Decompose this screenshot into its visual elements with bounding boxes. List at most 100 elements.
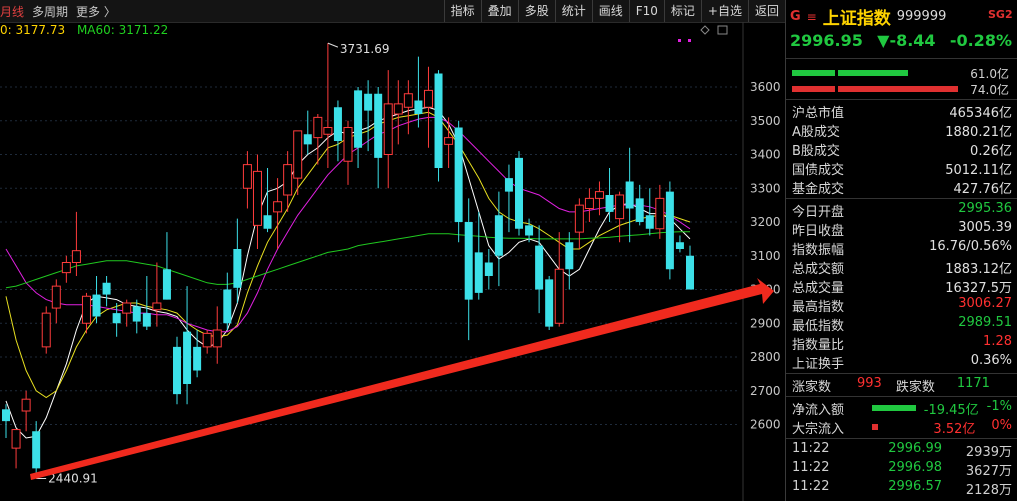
chart-toolbar: 月线 多周期 更多 〉 指标 叠加 多股 统计 画线 F10 标记 +自选 返回: [0, 0, 785, 23]
candle-body: [374, 93, 383, 158]
candle-body: [484, 262, 493, 276]
stat-label: 基金成交: [792, 182, 845, 197]
stat-row: 沪总市值 465346亿: [792, 102, 1012, 121]
divider: [786, 99, 1017, 100]
candle-body: [515, 157, 523, 229]
candle-body: [393, 103, 403, 115]
overlay-button[interactable]: 叠加: [480, 0, 518, 22]
candle-body: [283, 164, 293, 196]
candle-body: [11, 429, 21, 449]
candle-body: [333, 107, 342, 141]
trend-arrow: [30, 278, 774, 480]
add-watchlist-button[interactable]: +自选: [700, 0, 748, 22]
statistics-button[interactable]: 统计: [554, 0, 592, 22]
candle-body: [545, 279, 554, 327]
candle-body: [32, 431, 41, 469]
stat-value: 5012.11亿: [945, 163, 1012, 178]
stat-value: 3006.27: [958, 296, 1012, 311]
candle-body: [464, 222, 473, 300]
stat-value: 16327.5万: [945, 281, 1012, 296]
candle-body: [383, 103, 393, 155]
price-change-pct: -0.28%: [949, 31, 1012, 50]
candle-body: [323, 127, 333, 135]
y-tick-label: 3600: [750, 80, 781, 94]
window-icon: [717, 25, 728, 35]
candle-body: [263, 215, 272, 229]
stat-row: 国债成交 5012.11亿: [792, 159, 1012, 178]
candle-body: [212, 329, 222, 348]
block-inflow-pct: 0%: [991, 418, 1012, 433]
stat-row: 总成交量 16327.5万: [792, 277, 1012, 296]
high-label: 3731.69: [340, 42, 390, 56]
candle-body: [474, 252, 483, 293]
candle-body: [494, 215, 503, 256]
net-inflow: -19.45亿: [923, 403, 979, 418]
stat-label: 上证换手: [792, 357, 845, 372]
divider: [786, 438, 1017, 439]
back-button[interactable]: 返回: [747, 0, 785, 22]
tick-volume: 2128万: [965, 483, 1012, 498]
stat-value: 3005.39: [958, 220, 1012, 235]
up-count-label: 涨家数: [792, 380, 832, 395]
y-tick-label: 2800: [750, 350, 781, 364]
g-icon[interactable]: G: [790, 9, 801, 24]
candle-body: [423, 89, 433, 108]
last-price: 2996.95: [790, 31, 863, 50]
y-tick-label: 3100: [750, 249, 781, 263]
stat-label: A股成交: [792, 125, 840, 140]
draw-line-button[interactable]: 画线: [591, 0, 629, 22]
buy-volume: 61.0亿: [970, 67, 1009, 81]
indicator-button[interactable]: 指标: [443, 0, 481, 22]
multi-stock-button[interactable]: 多股: [517, 0, 555, 22]
candle-body: [71, 250, 81, 263]
candle-body: [273, 201, 283, 213]
candle-body: [61, 262, 71, 274]
candlestick-chart[interactable]: 2600270028002900300031003200330034003500…: [0, 22, 785, 501]
candle-body: [152, 302, 162, 311]
period-label[interactable]: 月线: [0, 3, 24, 20]
candle-body: [584, 197, 594, 209]
up-count: 993: [857, 376, 882, 391]
candle-body: [242, 164, 252, 189]
candle-body: [364, 93, 373, 111]
more-button[interactable]: 更多 〉: [76, 3, 116, 20]
candle-body: [675, 242, 684, 249]
stat-label: 今日开盘: [792, 205, 845, 220]
stat-value: 0.26亿: [970, 144, 1012, 159]
candle-body: [102, 282, 111, 295]
stat-row: 昨日收盘 3005.39: [792, 220, 1012, 239]
f10-button[interactable]: F10: [628, 0, 664, 22]
candle-body: [414, 100, 423, 114]
mark-button[interactable]: 标记: [663, 0, 701, 22]
y-tick-label: 3200: [750, 215, 781, 229]
candle-body: [645, 215, 654, 229]
candle-body: [403, 93, 413, 108]
candle-body: [21, 398, 31, 412]
candle-body: [193, 346, 202, 371]
multi-period-button[interactable]: 多周期: [32, 3, 68, 20]
stat-label: 最低指数: [792, 319, 845, 334]
stat-row: A股成交 1880.21亿: [792, 121, 1012, 140]
y-tick-label: 2900: [750, 316, 781, 330]
candle-body: [635, 198, 644, 222]
stat-label: 指数量比: [792, 338, 845, 353]
stat-row: 基金成交 427.76亿: [792, 178, 1012, 197]
candle-body: [122, 302, 132, 314]
breadth-row: 涨家数 993 跌家数 1171: [792, 376, 1012, 395]
stat-label: 沪总市值: [792, 106, 845, 121]
candle-body: [354, 90, 363, 148]
stat-row: 今日开盘 2995.36: [792, 201, 1012, 220]
candle-body: [183, 331, 192, 384]
candle-body: [625, 181, 634, 209]
stat-row: 总成交额 1883.12亿: [792, 258, 1012, 277]
menu-icon[interactable]: ≡: [807, 10, 817, 24]
candle-body: [444, 137, 454, 145]
candle-body: [574, 204, 584, 233]
y-tick-label: 3500: [750, 114, 781, 128]
candle-body: [343, 127, 353, 162]
stat-row: 指数振幅 16.76/0.56%: [792, 239, 1012, 258]
candle-body: [454, 127, 463, 222]
stat-label: B股成交: [792, 144, 840, 159]
candle-body: [2, 409, 10, 422]
tick-volume: 3627万: [965, 464, 1012, 479]
